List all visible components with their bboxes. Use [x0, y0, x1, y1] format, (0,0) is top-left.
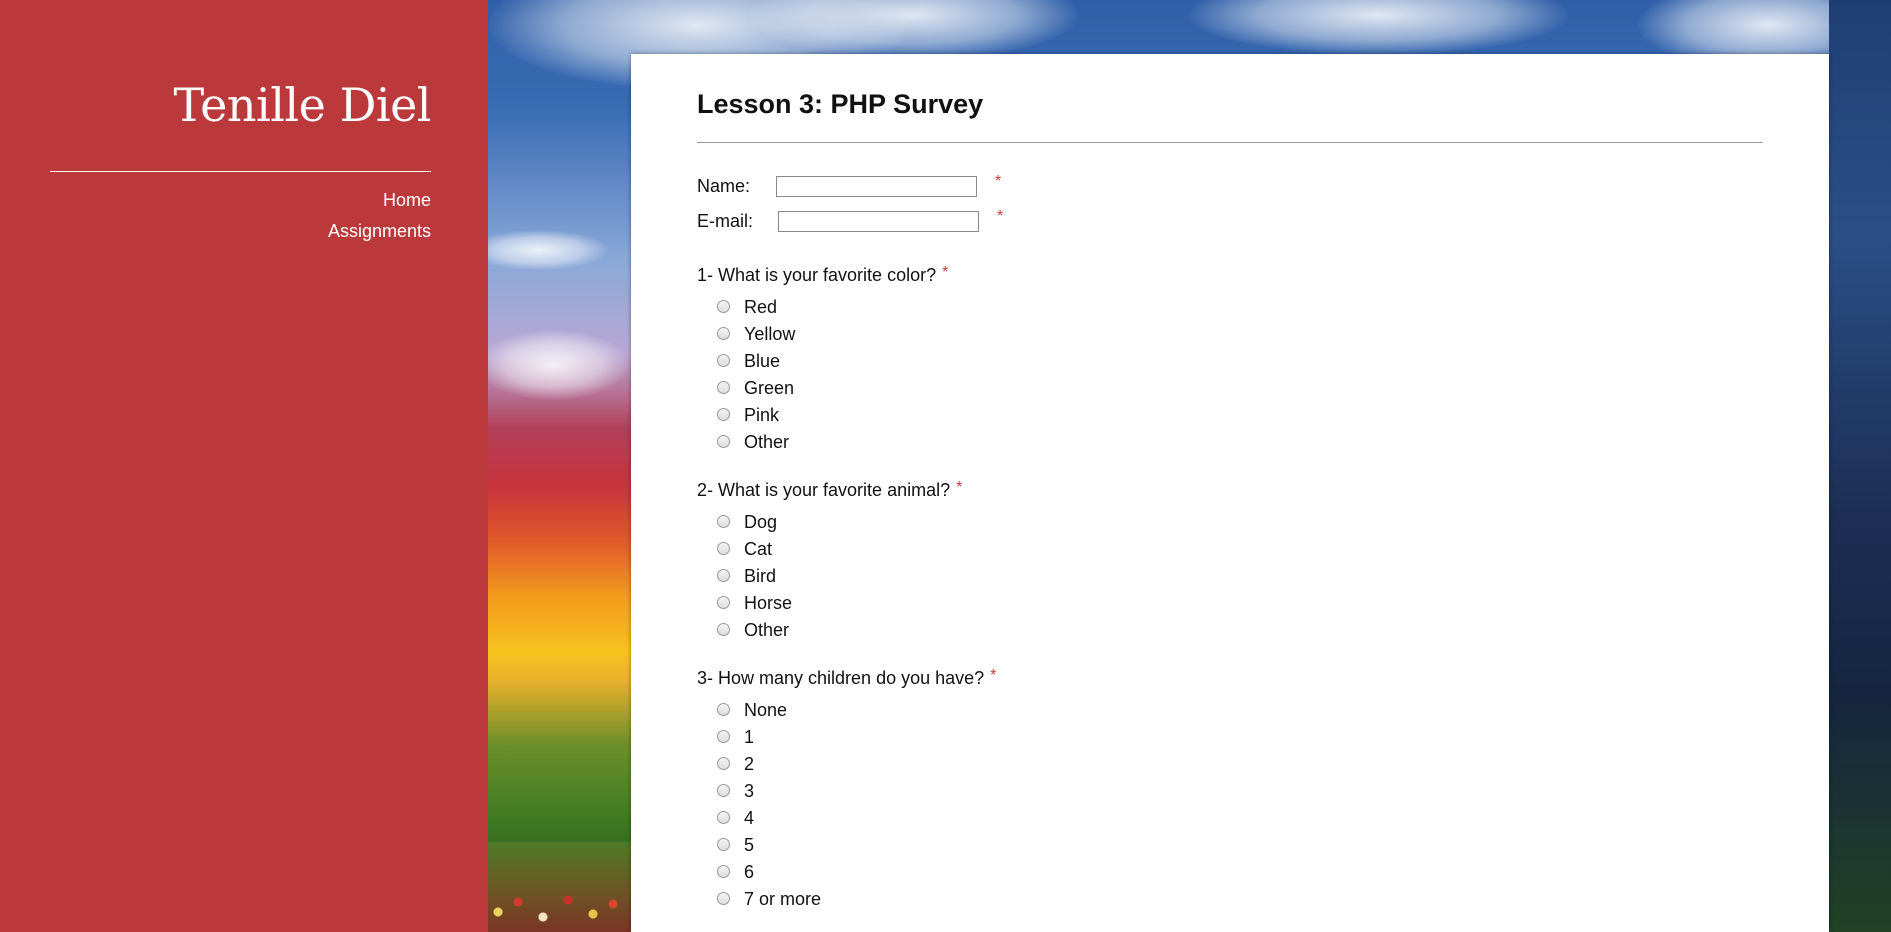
option-pink[interactable]: Pink	[717, 402, 795, 429]
question-3: 3- How many children do you have? *	[697, 667, 997, 689]
option-label: Bird	[744, 566, 777, 586]
radio-children-2[interactable]	[717, 757, 730, 770]
radio-cat[interactable]	[717, 542, 730, 555]
option-label: Horse	[744, 593, 793, 613]
radio-children-4[interactable]	[717, 811, 730, 824]
name-label: Name:	[697, 175, 751, 196]
email-required-marker: *	[997, 208, 1004, 225]
title-divider	[697, 142, 1763, 143]
radio-animal-other[interactable]	[717, 623, 730, 636]
option-bird[interactable]: Bird	[717, 563, 792, 590]
radio-children-7-or-more[interactable]	[717, 892, 730, 905]
question-1-label: 1- What is your favorite color?	[697, 265, 937, 285]
question-1-options: Red Yellow Blue Green Pink Other	[717, 294, 795, 456]
email-label: E-mail:	[697, 210, 754, 231]
option-label: Yellow	[744, 324, 796, 344]
option-children-1[interactable]: 1	[717, 724, 821, 751]
question-3-options: None 1 2 3 4 5 6 7 or more	[717, 697, 821, 913]
question-1-required-marker: *	[942, 264, 949, 281]
radio-blue[interactable]	[717, 354, 730, 367]
question-1: 1- What is your favorite color? *	[697, 264, 949, 286]
question-2-required-marker: *	[956, 479, 963, 496]
option-label: Pink	[744, 405, 780, 425]
option-dog[interactable]: Dog	[717, 509, 792, 536]
option-label: 3	[744, 781, 755, 801]
name-input[interactable]	[776, 175, 978, 197]
option-label: Green	[744, 378, 795, 398]
option-children-6[interactable]: 6	[717, 859, 821, 886]
site-title[interactable]: Tenille Diel	[174, 78, 432, 132]
radio-children-5[interactable]	[717, 838, 730, 851]
question-3-label: 3- How many children do you have?	[697, 668, 985, 688]
radio-children-1[interactable]	[717, 730, 730, 743]
nav-item-home: Home	[328, 189, 431, 220]
question-2: 2- What is your favorite animal? *	[697, 479, 963, 501]
email-input[interactable]	[778, 210, 980, 232]
option-label: Dog	[744, 512, 778, 532]
page-title: Lesson 3: PHP Survey	[697, 89, 984, 119]
question-3-required-marker: *	[990, 667, 997, 684]
radio-children-3[interactable]	[717, 784, 730, 797]
nav-item-assignments: Assignments	[328, 220, 431, 251]
option-label: 1	[744, 727, 755, 747]
option-children-7-or-more[interactable]: 7 or more	[717, 886, 821, 913]
option-label: 6	[744, 862, 755, 882]
option-yellow[interactable]: Yellow	[717, 321, 795, 348]
question-2-label: 2- What is your favorite animal?	[697, 480, 951, 500]
option-label: Red	[744, 297, 778, 317]
radio-children-none[interactable]	[717, 703, 730, 716]
radio-yellow[interactable]	[717, 327, 730, 340]
radio-bird[interactable]	[717, 569, 730, 582]
option-children-2[interactable]: 2	[717, 751, 821, 778]
option-label: None	[744, 700, 788, 720]
radio-pink[interactable]	[717, 408, 730, 421]
option-label: 2	[744, 754, 755, 774]
radio-red[interactable]	[717, 300, 730, 313]
option-blue[interactable]: Blue	[717, 348, 795, 375]
sidebar-nav: Home Assignments	[328, 189, 431, 251]
option-children-5[interactable]: 5	[717, 832, 821, 859]
nav-link-home[interactable]: Home	[383, 190, 431, 210]
option-label: Other	[744, 432, 790, 452]
option-label: Cat	[744, 539, 773, 559]
name-required-marker: *	[995, 173, 1002, 190]
nav-link-assignments[interactable]: Assignments	[328, 221, 431, 241]
option-label: 5	[744, 835, 755, 855]
name-row: Name: *	[697, 173, 1002, 198]
option-red[interactable]: Red	[717, 294, 795, 321]
radio-dog[interactable]	[717, 515, 730, 528]
radio-color-other[interactable]	[717, 435, 730, 448]
option-color-other[interactable]: Other	[717, 429, 795, 456]
radio-horse[interactable]	[717, 596, 730, 609]
option-label: 7 or more	[744, 889, 822, 909]
question-2-options: Dog Cat Bird Horse Other	[717, 509, 792, 644]
option-children-3[interactable]: 3	[717, 778, 821, 805]
email-row: E-mail: *	[697, 208, 1004, 233]
sidebar-divider	[50, 171, 431, 172]
option-animal-other[interactable]: Other	[717, 617, 792, 644]
option-label: Blue	[744, 351, 781, 371]
survey-panel: Lesson 3: PHP Survey Name: * E-mail: * 1…	[631, 54, 1829, 932]
option-label: 4	[744, 808, 755, 828]
option-horse[interactable]: Horse	[717, 590, 792, 617]
option-cat[interactable]: Cat	[717, 536, 792, 563]
option-label: Other	[744, 620, 790, 640]
sidebar: Tenille Diel Home Assignments	[0, 0, 488, 932]
option-green[interactable]: Green	[717, 375, 795, 402]
radio-children-6[interactable]	[717, 865, 730, 878]
option-children-none[interactable]: None	[717, 697, 821, 724]
radio-green[interactable]	[717, 381, 730, 394]
option-children-4[interactable]: 4	[717, 805, 821, 832]
